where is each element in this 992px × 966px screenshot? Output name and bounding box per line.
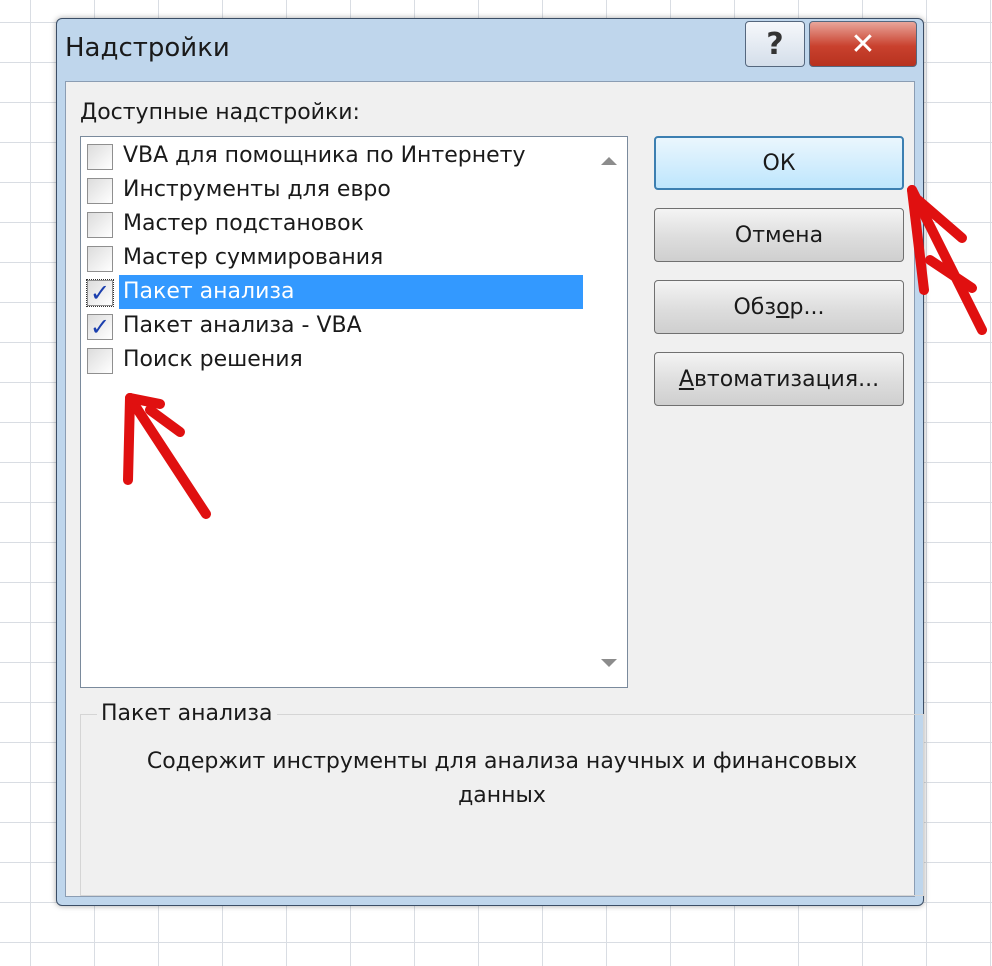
- dialog-client-area: Доступные надстройки: VBA для помощника …: [65, 81, 924, 897]
- addin-checkbox[interactable]: ✓: [86, 279, 114, 307]
- addin-list-item[interactable]: Мастер подстановок: [83, 207, 583, 241]
- description-group: Пакет анализа Содержит инструменты для а…: [80, 701, 924, 896]
- addin-checkbox[interactable]: [87, 246, 113, 272]
- addin-checkbox[interactable]: [87, 144, 113, 170]
- available-addins-label: Доступные надстройки:: [80, 100, 360, 125]
- addin-checkbox[interactable]: [87, 178, 113, 204]
- addin-label: Мастер подстановок: [123, 211, 364, 236]
- cancel-button[interactable]: Отмена: [654, 208, 904, 262]
- browse-button-label: Обзор...: [733, 295, 824, 320]
- automation-label-accesskey: А: [678, 366, 694, 392]
- available-addins-label-text: оступные надстройки:: [97, 100, 360, 125]
- addins-dialog: Надстройки ? ✕ Доступные надстройки: VBA…: [56, 18, 924, 906]
- close-button[interactable]: ✕: [809, 21, 917, 67]
- addin-checkbox[interactable]: [87, 212, 113, 238]
- description-text: Содержит инструменты для анализа научных…: [146, 749, 858, 808]
- addin-label: Поиск решения: [123, 347, 303, 372]
- addin-list-item[interactable]: Поиск решения: [83, 343, 583, 377]
- browse-button[interactable]: Обзор...: [654, 280, 904, 334]
- description-title: Пакет анализа: [97, 701, 277, 726]
- addin-list-item[interactable]: ✓ Пакет анализа: [83, 275, 583, 309]
- automation-button-label: Автоматизация...: [679, 367, 879, 392]
- checkmark-icon: ✓: [89, 313, 111, 341]
- help-button[interactable]: ?: [745, 21, 805, 67]
- dialog-title: Надстройки: [65, 33, 230, 63]
- scroll-up-arrow-icon[interactable]: [601, 157, 617, 165]
- automation-button[interactable]: Автоматизация...: [654, 352, 904, 406]
- cancel-button-label: Отмена: [734, 222, 824, 248]
- browse-label-part: Обз: [733, 294, 777, 320]
- addin-list-item[interactable]: Мастер суммирования: [83, 241, 583, 275]
- close-icon: ✕: [850, 26, 876, 62]
- addin-list-item[interactable]: Инструменты для евро: [83, 173, 583, 207]
- ok-button[interactable]: ОК: [654, 136, 904, 190]
- help-icon: ?: [766, 26, 784, 62]
- browse-label-part: р...: [789, 294, 825, 320]
- addin-checkbox[interactable]: ✓: [87, 314, 113, 340]
- addins-listbox[interactable]: VBA для помощника по Интернету Инструмент…: [80, 136, 628, 688]
- addin-list-item[interactable]: ✓ Пакет анализа - VBA: [83, 309, 583, 343]
- checkmark-icon: ✓: [89, 279, 111, 307]
- addin-list-item[interactable]: VBA для помощника по Интернету: [83, 139, 583, 173]
- addin-label: Пакет анализа - VBA: [123, 313, 362, 338]
- ok-button-label: ОК: [762, 150, 796, 176]
- scroll-down-arrow-icon[interactable]: [601, 659, 617, 667]
- addin-checkbox[interactable]: [87, 348, 113, 374]
- addin-label: Инструменты для евро: [123, 177, 391, 202]
- browse-label-accesskey: о: [776, 294, 790, 320]
- addin-label: Пакет анализа: [119, 275, 583, 309]
- addin-label: Мастер суммирования: [123, 245, 384, 270]
- available-addins-label-accesskey: Д: [80, 100, 98, 125]
- automation-label-part: втоматизация...: [693, 366, 880, 392]
- addin-label: VBA для помощника по Интернету: [123, 143, 526, 168]
